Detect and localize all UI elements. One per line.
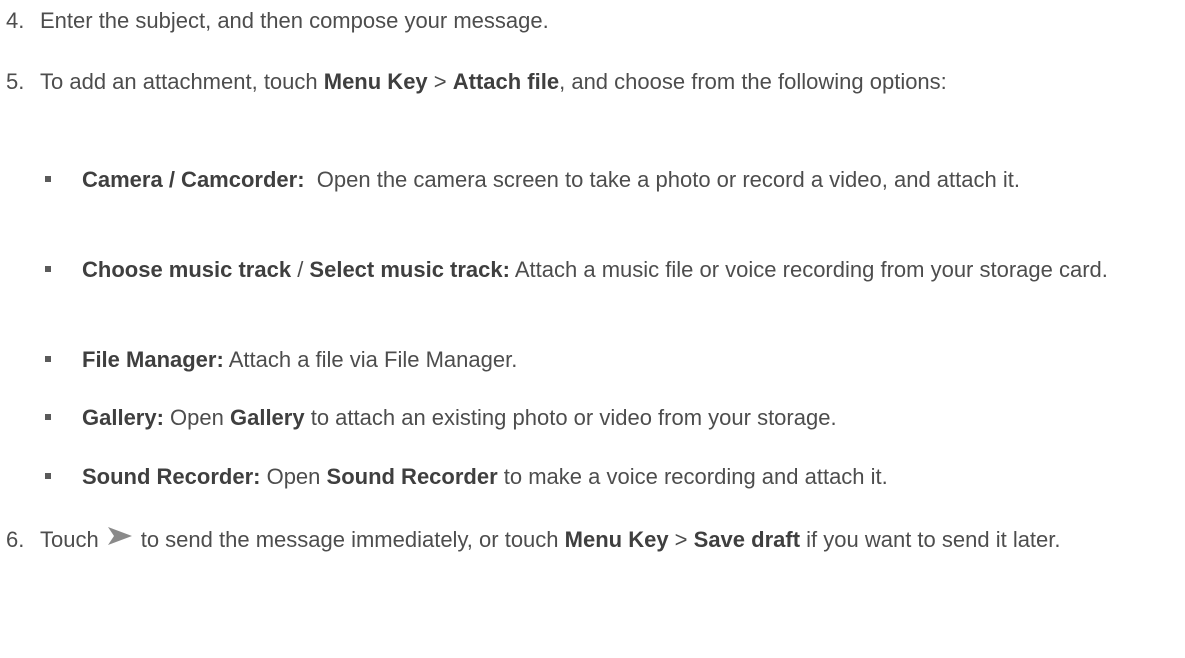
step-text: Touch bbox=[40, 527, 99, 552]
option-text: to make a voice recording and attach it. bbox=[497, 464, 888, 489]
bullet-square-icon bbox=[45, 266, 51, 272]
save-draft-label: Save draft bbox=[693, 527, 801, 552]
step-text: , and choose from the following options: bbox=[559, 69, 947, 94]
list-item-sound-recorder: Sound Recorder: Open Sound Recorder to m… bbox=[0, 460, 1185, 493]
option-text: / bbox=[291, 257, 310, 282]
step-4: 4. Enter the subject, and then compose y… bbox=[0, 4, 1185, 37]
step-number: 5. bbox=[6, 69, 25, 94]
menu-key-label: Menu Key bbox=[564, 527, 669, 552]
option-text: to attach an existing photo or video fro… bbox=[304, 405, 837, 430]
step-text: to send the message immediately, or touc… bbox=[140, 527, 565, 552]
gallery-label: Gallery bbox=[229, 405, 305, 430]
list-item-camera: Camera / Camcorder: Open the camera scre… bbox=[0, 163, 1185, 196]
list-item-music-track: Choose music track / Select music track:… bbox=[0, 253, 1177, 286]
send-arrow-icon bbox=[107, 523, 133, 556]
list-item-file-manager: File Manager: Attach a file via File Man… bbox=[0, 343, 1185, 376]
option-title: File Manager: bbox=[82, 347, 224, 372]
step-number: 4. bbox=[6, 8, 25, 33]
bullet-square-icon bbox=[45, 473, 51, 479]
bullet-square-icon bbox=[45, 414, 51, 420]
bullet-square-icon bbox=[45, 356, 51, 362]
step-5: 5. To add an attachment, touch Menu Key … bbox=[0, 65, 1185, 98]
option-title: Sound Recorder: bbox=[82, 464, 261, 489]
option-title: Choose music track bbox=[82, 257, 292, 282]
option-title: Camera / Camcorder: bbox=[82, 167, 305, 192]
list-item-gallery: Gallery: Open Gallery to attach an exist… bbox=[0, 401, 1185, 434]
sound-recorder-label: Sound Recorder bbox=[326, 464, 498, 489]
option-text: Open the camera screen to take a photo o… bbox=[304, 167, 1020, 192]
option-text: Attach a music file or voice recording f… bbox=[509, 257, 1108, 282]
step-text: Enter the subject, and then compose your… bbox=[40, 8, 549, 33]
option-text: Open bbox=[260, 464, 327, 489]
step-text: To add an attachment, touch bbox=[40, 69, 324, 94]
option-title: Select music track: bbox=[309, 257, 510, 282]
bullet-square-icon bbox=[45, 176, 51, 182]
step-text: > bbox=[668, 527, 694, 552]
step-text: if you want to send it later. bbox=[800, 527, 1061, 552]
step-number: 6. bbox=[6, 527, 25, 552]
step-6: 6. Touch to send the message immediately,… bbox=[0, 523, 1175, 556]
option-title: Gallery: bbox=[82, 405, 164, 430]
attach-file-label: Attach file bbox=[452, 69, 560, 94]
option-text: Open bbox=[163, 405, 230, 430]
option-text: Attach a file via File Manager. bbox=[223, 347, 518, 372]
step-text: > bbox=[427, 69, 453, 94]
menu-key-label: Menu Key bbox=[323, 69, 428, 94]
